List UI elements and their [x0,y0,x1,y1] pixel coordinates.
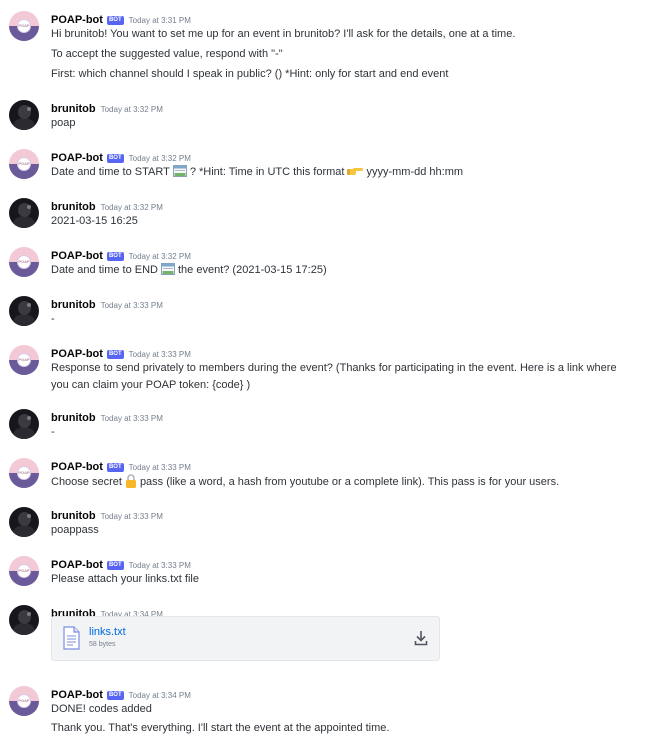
message-text: To accept the suggested value, respond w… [51,48,283,60]
message-text: Please attach your links.txt file [51,573,199,585]
bot-tag: BOT [106,691,124,700]
author-name[interactable]: POAP-bot [51,689,103,701]
poap-bot-avatar[interactable]: POAP [9,556,39,586]
bot-tag: BOT [106,16,124,25]
poap-bot-avatar[interactable]: POAP [9,345,39,375]
poap-bot-avatar[interactable]: POAP [9,247,39,277]
timestamp: Today at 3:34 PM [128,691,191,700]
message-header: brunitob Today at 3:33 PM [51,408,163,424]
lock-icon [125,474,136,488]
message-header: brunitob Today at 3:33 PM [51,506,163,522]
bot-tag: BOT [106,561,124,570]
message-segment: pass (like a word, a hash from youtube o… [139,476,560,488]
message-text: DONE! codes added [51,703,152,715]
timestamp: Today at 3:33 PM [128,561,191,570]
message-header: POAP-bot BOT Today at 3:33 PM [51,457,191,473]
message-text: First: which channel should I speak in p… [51,68,449,80]
poap-bot-avatar[interactable]: POAP [9,149,39,179]
message-text: Date and time to END the event? (2021-03-… [51,263,327,277]
message-segment: Date and time to END [51,264,158,276]
document-icon [63,626,80,650]
bot-tag: BOT [106,463,124,472]
user-avatar[interactable] [9,409,39,439]
message-header: brunitob Today at 3:32 PM [51,99,163,115]
author-name[interactable]: POAP-bot [51,14,103,26]
author-name[interactable]: brunitob [51,510,96,522]
timestamp: Today at 3:31 PM [128,16,191,25]
message-segment: Choose secret [51,476,122,488]
file-size: 58 bytes [89,641,116,648]
message-header: POAP-bot BOT Today at 3:31 PM [51,10,191,26]
bot-tag: BOT [106,252,124,261]
message-header: POAP-bot BOT Today at 3:32 PM [51,148,191,164]
message-segment: ? *Hint: Time in UTC this format [189,166,345,178]
message-header: brunitob Today at 3:33 PM [51,295,163,311]
pointing-hand-icon [347,168,364,175]
message-header: POAP-bot BOT Today at 3:34 PM [51,685,191,701]
author-name[interactable]: POAP-bot [51,152,103,164]
message-segment: yyyy-mm-dd hh:mm [366,166,464,178]
author-name[interactable]: brunitob [51,412,96,424]
message-text: Response to send privately to members du… [51,362,617,374]
message-text: Hi brunitob! You want to set me up for a… [51,28,516,40]
calendar-icon [161,263,175,275]
timestamp: Today at 3:33 PM [100,512,163,521]
message-header: POAP-bot BOT Today at 3:33 PM [51,344,191,360]
file-attachment: links.txt 58 bytes [51,616,440,661]
message-segment: the event? (2021-03-15 17:25) [178,264,327,276]
message-text: you can claim your POAP token: {code} ) [51,379,251,391]
message-text: poappass [51,524,99,536]
message-text: Thank you. That's everything. I'll start… [51,722,390,734]
user-avatar[interactable] [9,296,39,326]
user-avatar[interactable] [9,507,39,537]
author-name[interactable]: brunitob [51,201,96,213]
message-header: POAP-bot BOT Today at 3:33 PM [51,555,191,571]
download-icon[interactable] [414,630,428,646]
author-name[interactable]: brunitob [51,299,96,311]
author-name[interactable]: POAP-bot [51,559,103,571]
user-avatar[interactable] [9,100,39,130]
user-avatar[interactable] [9,605,39,635]
message-segment: Date and time to START [51,166,170,178]
message-text: Choose secret pass (like a word, a hash f… [51,474,559,489]
timestamp: Today at 3:33 PM [128,463,191,472]
user-avatar[interactable] [9,198,39,228]
author-name[interactable]: POAP-bot [51,348,103,360]
author-name[interactable]: POAP-bot [51,250,103,262]
timestamp: Today at 3:32 PM [128,154,191,163]
bot-tag: BOT [106,154,124,163]
timestamp: Today at 3:33 PM [100,414,163,423]
message-text: 2021-03-15 16:25 [51,215,138,227]
poap-bot-avatar[interactable]: POAP [9,11,39,41]
calendar-icon [172,165,187,177]
timestamp: Today at 3:32 PM [100,105,163,114]
poap-bot-avatar[interactable]: POAP [9,458,39,488]
poap-bot-avatar[interactable]: POAP [9,686,39,716]
timestamp: Today at 3:33 PM [100,301,163,310]
message-text: poap [51,117,76,129]
message-header: brunitob Today at 3:32 PM [51,197,163,213]
timestamp: Today at 3:32 PM [128,252,191,261]
message-text: Date and time to START ? *Hint: Time in U… [51,165,463,179]
message-text: - [51,426,55,438]
file-name-link[interactable]: links.txt [89,626,126,638]
message-header: POAP-bot BOT Today at 3:32 PM [51,246,191,262]
timestamp: Today at 3:32 PM [100,203,163,212]
author-name[interactable]: brunitob [51,103,96,115]
author-name[interactable]: POAP-bot [51,461,103,473]
message-text: - [51,313,55,325]
timestamp: Today at 3:33 PM [128,350,191,359]
bot-tag: BOT [106,350,124,359]
